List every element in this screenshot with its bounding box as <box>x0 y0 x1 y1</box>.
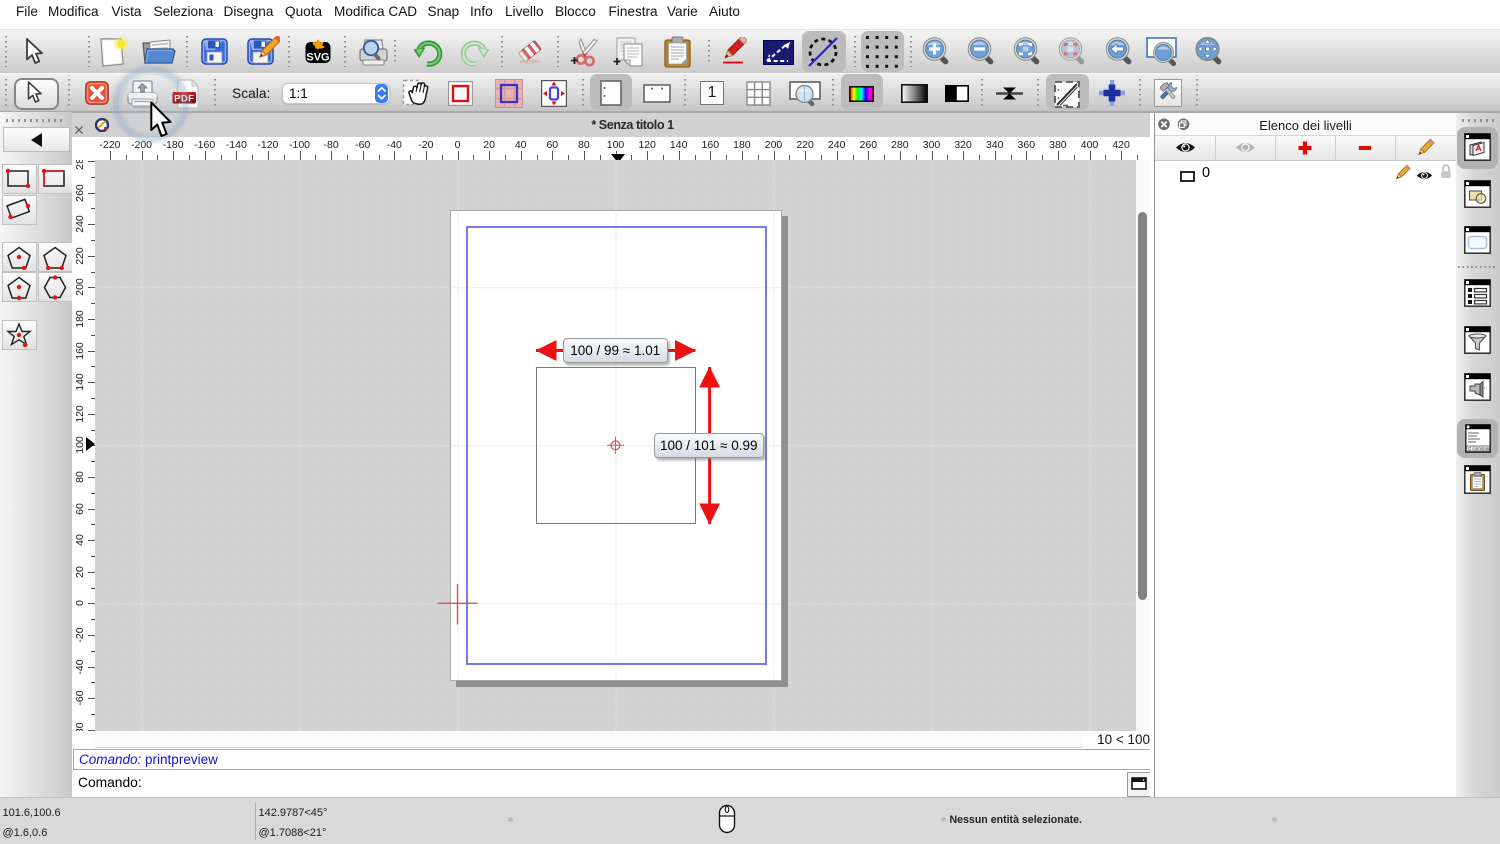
svg-text:C command: C command <box>1468 446 1491 451</box>
svg-text:PDF: PDF <box>174 93 194 104</box>
svg-text:SVG: SVG <box>306 52 329 64</box>
